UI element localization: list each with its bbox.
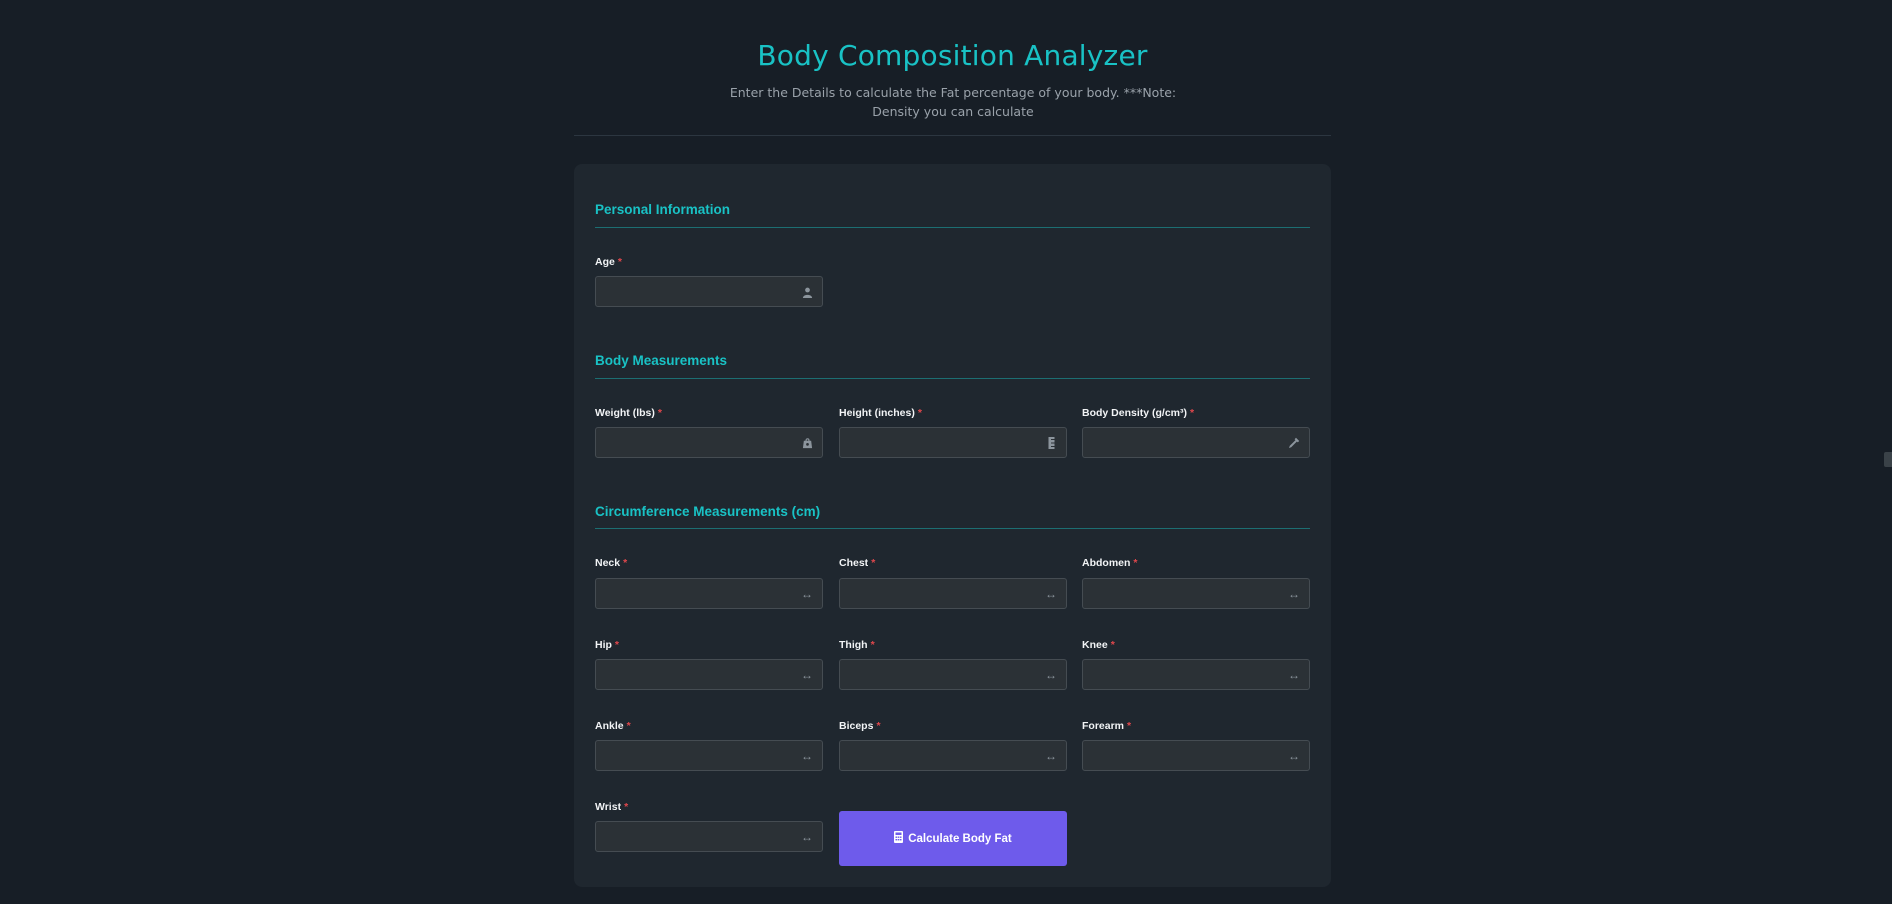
height-input[interactable] bbox=[840, 428, 1066, 457]
height-field-wrapper bbox=[839, 427, 1067, 458]
hip-label: Hip * bbox=[595, 639, 619, 651]
forearm-field-wrapper: ↔ bbox=[1082, 740, 1310, 771]
hip-label-text: Hip bbox=[595, 639, 612, 651]
required-asterisk: * bbox=[614, 639, 620, 651]
arrows-horizontal-icon: ↔ bbox=[1288, 749, 1300, 763]
age-field-wrapper bbox=[595, 276, 823, 307]
age-label: Age * bbox=[595, 256, 622, 268]
knee-input[interactable] bbox=[1083, 660, 1309, 689]
eyedropper-icon bbox=[1287, 435, 1301, 451]
chest-label: Chest * bbox=[839, 557, 875, 569]
biceps-input[interactable] bbox=[840, 741, 1066, 770]
required-asterisk: * bbox=[657, 407, 662, 419]
body-fat-form: Personal Information Age * Body Measureme… bbox=[574, 164, 1331, 887]
ankle-label-text: Ankle bbox=[595, 720, 624, 732]
arrows-horizontal-icon: ↔ bbox=[801, 830, 813, 844]
wrist-label: Wrist * bbox=[595, 801, 628, 813]
forearm-label-text: Forearm bbox=[1082, 720, 1125, 732]
thigh-label: Thigh * bbox=[839, 639, 875, 651]
required-asterisk: * bbox=[1190, 407, 1195, 419]
arrows-horizontal-icon: ↔ bbox=[1288, 668, 1300, 682]
required-asterisk: * bbox=[876, 720, 881, 732]
section-divider bbox=[595, 227, 1310, 228]
section-title-circumference-measurements: Circumference Measurements (cm) bbox=[595, 504, 821, 519]
weight-icon bbox=[800, 435, 814, 451]
neck-field-wrapper: ↔ bbox=[595, 578, 823, 609]
side-panel-toggle[interactable] bbox=[1884, 452, 1892, 467]
calculate-button-label: Calculate Body Fat bbox=[908, 832, 1012, 845]
required-asterisk: * bbox=[623, 557, 628, 569]
required-asterisk: * bbox=[871, 557, 876, 569]
section-title-body-measurements: Body Measurements bbox=[595, 353, 728, 368]
neck-label-text: Neck bbox=[595, 557, 621, 569]
abdomen-label: Abdomen * bbox=[1082, 557, 1138, 569]
knee-label-text: Knee bbox=[1082, 639, 1108, 651]
required-asterisk: * bbox=[1110, 639, 1115, 651]
wrist-label-text: Wrist bbox=[595, 801, 622, 813]
wrist-input[interactable] bbox=[596, 822, 822, 851]
forearm-input[interactable] bbox=[1083, 741, 1309, 770]
ankle-input[interactable] bbox=[596, 741, 822, 770]
height-label: Height (inches) * bbox=[839, 407, 922, 419]
thigh-field-wrapper: ↔ bbox=[839, 659, 1067, 690]
required-asterisk: * bbox=[870, 639, 875, 651]
page-subtitle: Enter the Details to calculate the Fat p… bbox=[729, 85, 1177, 119]
arrows-horizontal-icon: ↔ bbox=[1045, 668, 1057, 682]
height-label-text: Height (inches) bbox=[839, 407, 915, 419]
age-input[interactable] bbox=[596, 277, 822, 306]
ruler-vertical-icon bbox=[1044, 435, 1058, 451]
hip-field-wrapper: ↔ bbox=[595, 659, 823, 690]
density-label: Body Density (g/cm³) * bbox=[1082, 407, 1194, 419]
required-asterisk: * bbox=[917, 407, 922, 419]
calculator-icon bbox=[894, 831, 904, 846]
weight-field-wrapper bbox=[595, 427, 823, 458]
abdomen-label-text: Abdomen bbox=[1082, 557, 1131, 569]
density-input[interactable] bbox=[1083, 428, 1309, 457]
wrist-field-wrapper: ↔ bbox=[595, 821, 823, 852]
required-asterisk: * bbox=[1127, 720, 1132, 732]
weight-label-text: Weight (lbs) bbox=[595, 407, 655, 419]
arrows-horizontal-icon: ↔ bbox=[1045, 587, 1057, 601]
neck-input[interactable] bbox=[596, 579, 822, 608]
weight-label: Weight (lbs) * bbox=[595, 407, 662, 419]
ankle-label: Ankle * bbox=[595, 720, 631, 732]
arrows-horizontal-icon: ↔ bbox=[1045, 749, 1057, 763]
abdomen-input[interactable] bbox=[1083, 579, 1309, 608]
density-label-text: Body Density (g/cm³) bbox=[1082, 407, 1188, 419]
arrows-horizontal-icon: ↔ bbox=[801, 587, 813, 601]
chest-field-wrapper: ↔ bbox=[839, 578, 1067, 609]
calculate-body-fat-button[interactable]: Calculate Body Fat bbox=[839, 811, 1067, 866]
section-divider bbox=[595, 378, 1310, 379]
density-field-wrapper bbox=[1082, 427, 1310, 458]
required-asterisk: * bbox=[1133, 557, 1138, 569]
arrows-horizontal-icon: ↔ bbox=[1288, 587, 1300, 601]
abdomen-field-wrapper: ↔ bbox=[1082, 578, 1310, 609]
section-title-personal-information: Personal Information bbox=[595, 202, 731, 217]
arrows-horizontal-icon: ↔ bbox=[801, 749, 813, 763]
forearm-label: Forearm * bbox=[1082, 720, 1131, 732]
biceps-field-wrapper: ↔ bbox=[839, 740, 1067, 771]
section-divider bbox=[595, 528, 1310, 529]
user-icon bbox=[800, 284, 814, 300]
hip-input[interactable] bbox=[596, 660, 822, 689]
knee-label: Knee * bbox=[1082, 639, 1115, 651]
page-title: Body Composition Analyzer bbox=[757, 39, 1148, 72]
thigh-input[interactable] bbox=[840, 660, 1066, 689]
biceps-label-text: Biceps bbox=[839, 720, 874, 732]
ankle-field-wrapper: ↔ bbox=[595, 740, 823, 771]
header-divider bbox=[574, 135, 1331, 136]
thigh-label-text: Thigh bbox=[839, 639, 868, 651]
weight-input[interactable] bbox=[596, 428, 822, 457]
chest-label-text: Chest bbox=[839, 557, 869, 569]
chest-input[interactable] bbox=[840, 579, 1066, 608]
arrows-horizontal-icon: ↔ bbox=[801, 668, 813, 682]
neck-label: Neck * bbox=[595, 557, 627, 569]
required-asterisk: * bbox=[626, 720, 631, 732]
required-asterisk: * bbox=[624, 801, 629, 813]
biceps-label: Biceps * bbox=[839, 720, 881, 732]
required-asterisk: * bbox=[617, 256, 622, 268]
knee-field-wrapper: ↔ bbox=[1082, 659, 1310, 690]
age-label-text: Age bbox=[595, 256, 615, 268]
